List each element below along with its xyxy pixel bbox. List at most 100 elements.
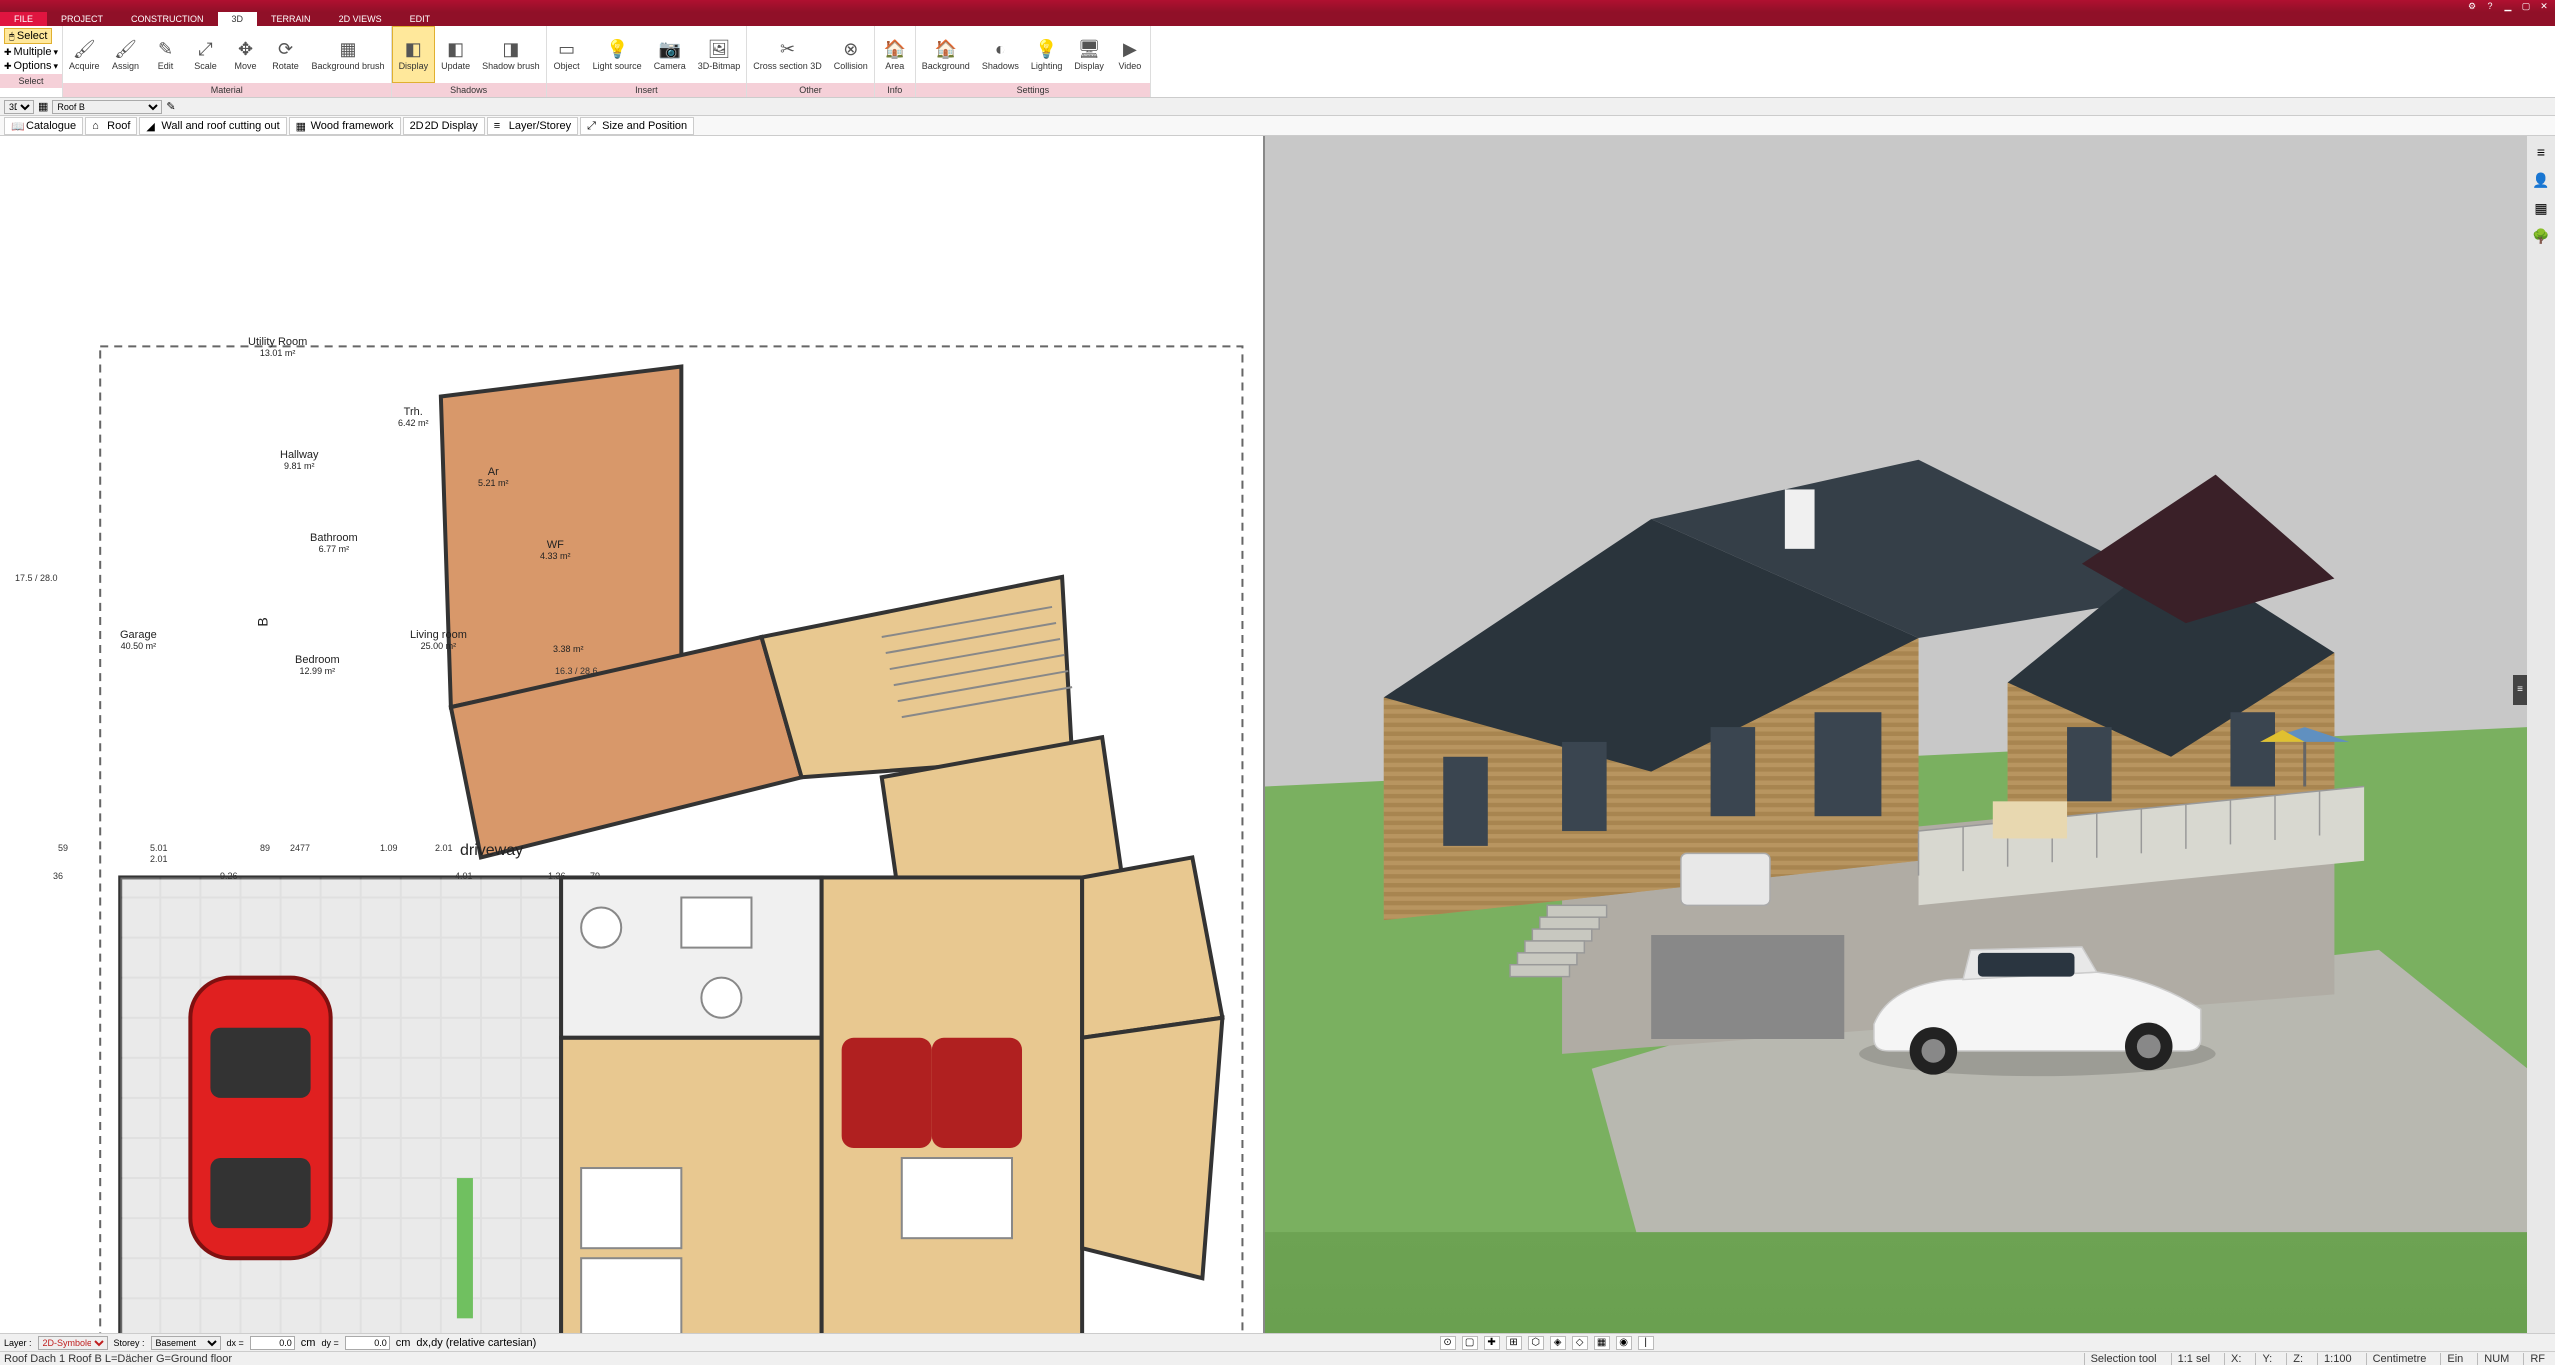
person-panel-icon[interactable]: 👤	[2531, 170, 2551, 190]
sysicon-close[interactable]: ✕	[2537, 1, 2551, 11]
dim-13: 16.3 / 28.6	[555, 666, 598, 676]
select-button[interactable]: 🖱 Select	[4, 28, 52, 44]
snap-icon-9[interactable]: ◉	[1616, 1336, 1632, 1350]
bgbrush-button[interactable]: ▦Background brush	[306, 26, 391, 83]
editmat-button[interactable]: ✎Edit	[146, 26, 186, 83]
roof-button[interactable]: ⌂Roof	[85, 117, 137, 135]
dim-9: 1.36	[548, 871, 566, 881]
camera-button[interactable]: 📷Camera	[648, 26, 692, 83]
bitmap3d-button[interactable]: 🖼3D-Bitmap	[692, 26, 747, 83]
storey-combobox[interactable]: Basement	[151, 1336, 221, 1350]
wood-framework-button[interactable]: ▦Wood framework	[289, 117, 401, 135]
wall-roof-cutting-button[interactable]: ◢Wall and roof cutting out	[139, 117, 286, 135]
shadow-brush-button[interactable]: ◨Shadow brush	[476, 26, 546, 83]
dx-input[interactable]	[250, 1336, 295, 1350]
plan-view[interactable]: Utility Room13.01 m² Hallway9.81 m² Trh.…	[0, 136, 1265, 1333]
crosssection-icon: ✂	[775, 38, 799, 62]
sysicon-max[interactable]: ▢	[2519, 1, 2533, 11]
edit-pencil-icon[interactable]: ✎	[166, 100, 175, 113]
status-z: Z:	[2286, 1353, 2309, 1365]
catalogue-button[interactable]: 📖Catalogue	[4, 117, 83, 135]
3d-scene	[1265, 136, 2528, 1333]
snap-icon-10[interactable]: |	[1638, 1336, 1654, 1350]
move-button[interactable]: ✥Move	[226, 26, 266, 83]
sysicon-min[interactable]: ▁	[2501, 1, 2515, 11]
status-y: Y:	[2255, 1353, 2278, 1365]
light-icon: 💡	[605, 38, 629, 62]
shadows-set-button[interactable]: ◐Shadows	[976, 26, 1025, 83]
snap-icon-1[interactable]: ⊙	[1440, 1336, 1456, 1350]
size-position-button[interactable]: ⤢Size and Position	[580, 117, 694, 135]
view-mode-select[interactable]: 3D	[4, 100, 34, 114]
layer-combobox[interactable]: 2D-Symbole	[38, 1336, 108, 1350]
status-selection-path: Roof Dach 1 Roof B L=Dächer G=Ground flo…	[4, 1353, 232, 1365]
shadow-update-button[interactable]: ◧Update	[435, 26, 476, 83]
rotate-button[interactable]: ⟳Rotate	[266, 26, 306, 83]
snap-icon-7[interactable]: ◇	[1572, 1336, 1588, 1350]
titlebar: ⚙ ? ▁ ▢ ✕	[0, 0, 2555, 12]
menubar: FILE PROJECT CONSTRUCTION 3D TERRAIN 2D …	[0, 12, 2555, 26]
menu-project[interactable]: PROJECT	[47, 12, 117, 26]
dy-label: dy =	[321, 1338, 338, 1348]
coordinate-bar: Layer : 2D-Symbole Storey : Basement dx …	[0, 1333, 2555, 1351]
ribbon-label-material: Material	[63, 83, 391, 97]
side-panel-tab[interactable]: ≡	[2513, 675, 2527, 705]
area-icon: 🏠	[883, 38, 907, 62]
multiple-toggle[interactable]: ✚ Multiple ▾	[4, 46, 58, 58]
snap-icon-8[interactable]: ▦	[1594, 1336, 1610, 1350]
scale-button[interactable]: ⤢Scale	[186, 26, 226, 83]
lighting-button[interactable]: 💡Lighting	[1025, 26, 1069, 83]
shadow-display-button[interactable]: ◧Display	[392, 26, 436, 83]
snap-icon-5[interactable]: ⬡	[1528, 1336, 1544, 1350]
area-button[interactable]: 🏠Area	[875, 26, 915, 83]
tree-panel-icon[interactable]: 🌳	[2531, 226, 2551, 246]
snap-icon-4[interactable]: ⊞	[1506, 1336, 1522, 1350]
ribbon-label-insert: Insert	[547, 83, 747, 97]
dx-label: dx =	[227, 1338, 244, 1348]
ribbon-label-settings: Settings	[916, 83, 1150, 97]
menu-edit[interactable]: EDIT	[396, 12, 445, 26]
assign-button[interactable]: 🖌Assign	[106, 26, 146, 83]
dim-7: 2.01	[435, 843, 453, 853]
floorplan-svg	[0, 136, 1262, 1333]
menu-construction[interactable]: CONSTRUCTION	[117, 12, 218, 26]
sysicon-help[interactable]: ?	[2483, 1, 2497, 11]
layer-select[interactable]: Roof B	[52, 100, 162, 114]
options-toggle[interactable]: ✚ Options ▾	[4, 60, 58, 72]
ribbon-label-other: Other	[747, 83, 874, 97]
background-icon: 🏠	[934, 38, 958, 62]
background-button[interactable]: 🏠Background	[916, 26, 976, 83]
object-button[interactable]: ▭Object	[547, 26, 587, 83]
status-tool: Selection tool	[2084, 1353, 2163, 1365]
rotate-icon: ⟳	[274, 38, 298, 62]
book-icon: 📖	[11, 120, 23, 132]
acquire-button[interactable]: 🖌Acquire	[63, 26, 106, 83]
scale-icon: ⤢	[194, 38, 218, 62]
menu-3d[interactable]: 3D	[218, 12, 258, 26]
display-set-button[interactable]: 🖥Display	[1068, 26, 1110, 83]
move-icon: ✥	[234, 38, 258, 62]
lightsource-button[interactable]: 💡Light source	[587, 26, 648, 83]
2d-display-button[interactable]: 2D2D Display	[403, 117, 485, 135]
grid-panel-icon[interactable]: ▦	[2531, 198, 2551, 218]
menu-file[interactable]: FILE	[0, 12, 47, 26]
snap-icon-2[interactable]: ▢	[1462, 1336, 1478, 1350]
layers-icon: ≡	[494, 120, 506, 132]
snap-icon-6[interactable]: ◈	[1550, 1336, 1566, 1350]
sysicon-settings[interactable]: ⚙	[2465, 1, 2479, 11]
menu-terrain[interactable]: TERRAIN	[257, 12, 325, 26]
wood-icon: ▦	[296, 120, 308, 132]
layer-storey-button[interactable]: ≡Layer/Storey	[487, 117, 578, 135]
context-toolbar: 📖Catalogue ⌂Roof ◢Wall and roof cutting …	[0, 116, 2555, 136]
menu-2dviews[interactable]: 2D VIEWS	[325, 12, 396, 26]
status-scale: 1:100	[2317, 1353, 2358, 1365]
collision-button[interactable]: ⊗Collision	[828, 26, 874, 83]
3d-view[interactable]: ≡	[1265, 136, 2528, 1333]
crosssection-button[interactable]: ✂Cross section 3D	[747, 26, 828, 83]
layers-panel-icon[interactable]: ≡	[2531, 142, 2551, 162]
dy-input[interactable]	[345, 1336, 390, 1350]
snap-icon-3[interactable]: ✚	[1484, 1336, 1500, 1350]
ribbon-group-other: ✂Cross section 3D ⊗Collision Other	[747, 26, 875, 97]
dim-8: 4.01	[455, 871, 473, 881]
video-button[interactable]: ▶Video	[1110, 26, 1150, 83]
